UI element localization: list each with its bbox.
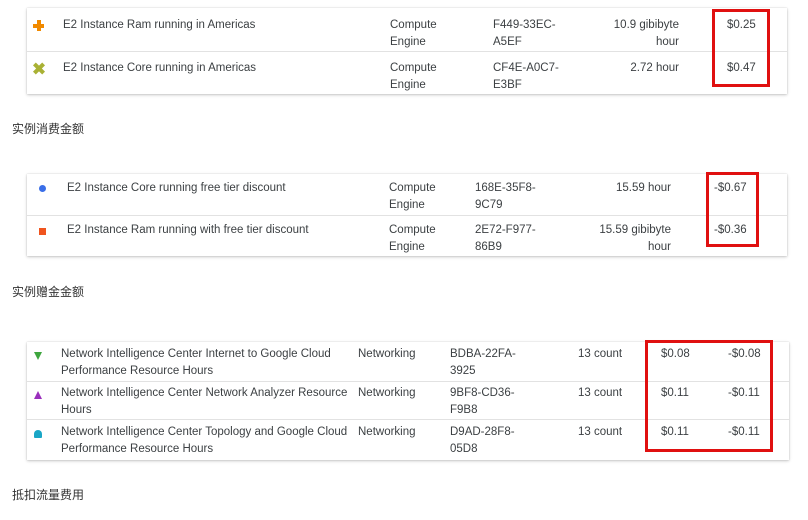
table-row[interactable]: E2 Instance Ram running in Americas Comp… xyxy=(27,8,787,52)
sku-id: CF4E-A0C7- E3BF xyxy=(493,62,559,91)
sku-table-instance-credit: E2 Instance Core running free tier disco… xyxy=(27,174,787,256)
green-triangle-down-icon xyxy=(34,352,42,360)
sku-id: F449-33EC- A5EF xyxy=(493,19,556,48)
purple-triangle-up-icon xyxy=(34,391,42,399)
orange-plus-icon xyxy=(33,20,44,31)
sku-id: 2E72-F977- 86B9 xyxy=(475,224,536,253)
table-row[interactable]: E2 Instance Core running in Americas Com… xyxy=(27,52,787,94)
table-row[interactable]: E2 Instance Core running free tier disco… xyxy=(27,174,787,216)
sku-id: 9BF8-CD36- F9B8 xyxy=(450,387,515,416)
sku-description: Network Intelligence Center Internet to … xyxy=(61,348,331,377)
usage-amount: 13 count xyxy=(578,387,623,399)
credit-highlight-box xyxy=(706,172,759,247)
service-name: Networking xyxy=(358,387,416,399)
sku-description: E2 Instance Ram running with free tier d… xyxy=(67,224,309,236)
sku-description: E2 Instance Ram running in Americas xyxy=(63,19,256,31)
sku-description: E2 Instance Core running free tier disco… xyxy=(67,182,286,194)
usage-amount: 13 count xyxy=(578,348,623,360)
olive-cross-icon xyxy=(33,63,44,74)
sku-id: BDBA-22FA- 3925 xyxy=(450,348,516,377)
service-name: Networking xyxy=(358,426,416,438)
sku-description: Network Intelligence Center Network Anal… xyxy=(61,387,348,416)
service-name: Compute Engine xyxy=(390,62,437,91)
caption-network-credit: 抵扣流量费用 xyxy=(12,488,85,502)
sku-id: D9AD-28F8- 05D8 xyxy=(450,426,515,455)
sku-description: E2 Instance Core running in Americas xyxy=(63,62,257,74)
service-name: Compute Engine xyxy=(389,224,436,253)
service-name: Networking xyxy=(358,348,416,360)
blue-dot-icon xyxy=(39,185,46,192)
cost-highlight-box xyxy=(712,9,770,87)
teal-half-circle-icon xyxy=(34,430,42,438)
usage-amount: 2.72 hour xyxy=(630,62,679,74)
table-row[interactable]: E2 Instance Ram running with free tier d… xyxy=(27,216,787,256)
service-name: Compute Engine xyxy=(389,182,436,211)
caption-instance-credit: 实例赠金金额 xyxy=(12,285,85,299)
sku-id: 168E-35F8- 9C79 xyxy=(475,182,536,211)
network-highlight-box xyxy=(645,340,773,452)
sku-table-instance-cost: E2 Instance Ram running in Americas Comp… xyxy=(27,8,787,94)
orange-square-icon xyxy=(39,228,46,235)
usage-amount: 10.9 gibibyte hour xyxy=(613,19,679,48)
service-name: Compute Engine xyxy=(390,19,437,48)
sku-description: Network Intelligence Center Topology and… xyxy=(61,426,348,455)
caption-instance-cost: 实例消费金额 xyxy=(12,122,85,136)
usage-amount: 15.59 gibibyte hour xyxy=(599,224,671,253)
usage-amount: 15.59 hour xyxy=(616,182,671,194)
usage-amount: 13 count xyxy=(578,426,623,438)
